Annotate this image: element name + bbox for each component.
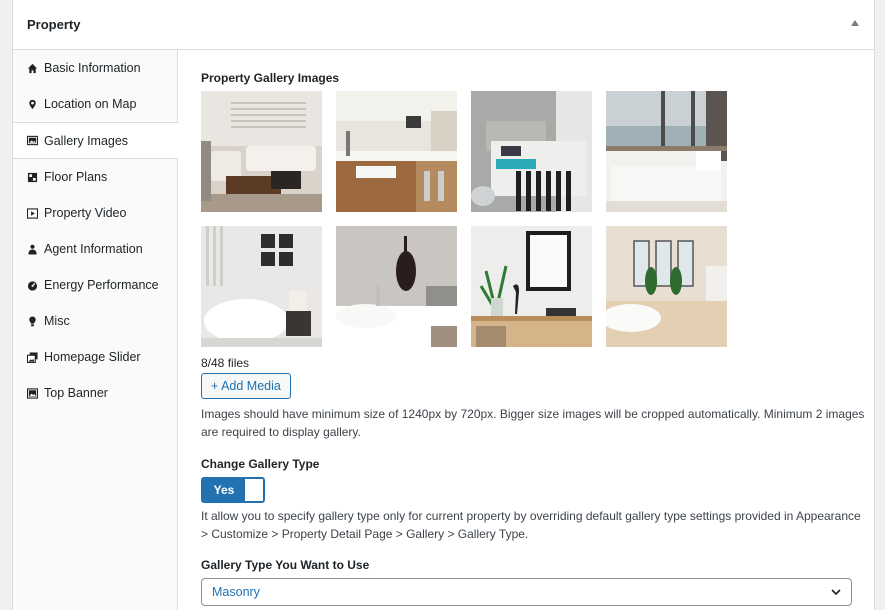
tab-label: Property Video [44,206,127,220]
tab-label: Location on Map [44,97,137,111]
gallery-thumbnail[interactable] [201,226,322,347]
collapse-arrow-icon[interactable] [851,20,859,26]
chevron-down-icon [830,586,842,598]
tab-energy-performance[interactable]: Energy Performance [13,267,177,303]
video-icon [26,207,38,219]
toggle-knob [245,479,263,501]
tab-agent-information[interactable]: Agent Information [13,231,177,267]
gallery-icon [26,135,38,147]
tab-homepage-slider[interactable]: Homepage Slider [13,339,177,375]
gallery-images-help: Images should have minimum size of 1240p… [201,407,865,439]
tab-basic-information[interactable]: Basic Information [13,50,177,86]
gallery-type-label: Gallery Type You Want to Use [201,558,370,572]
tab-misc[interactable]: Misc [13,303,177,339]
files-count: 8/48 files [201,356,250,370]
home-icon [26,62,38,74]
tab-label: Agent Information [44,242,143,256]
tab-label: Top Banner [44,386,108,400]
gallery-thumbnail[interactable] [606,226,727,347]
tab-label: Homepage Slider [44,350,141,364]
location-pin-icon [26,98,38,110]
banner-image-icon [26,387,38,399]
gallery-thumbnail[interactable] [336,226,457,347]
floor-plan-icon [26,171,38,183]
gallery-thumbnail[interactable] [471,91,592,212]
tab-label: Energy Performance [44,278,159,292]
gallery-images-label: Property Gallery Images [201,71,340,85]
tabs-sidebar: Basic Information Location on Map Galler… [13,50,178,610]
gallery-thumbnail[interactable] [336,91,457,212]
change-gallery-type-help: It allow you to specify gallery type onl… [201,509,861,541]
add-media-button[interactable]: + Add Media [201,373,291,399]
tab-property-video[interactable]: Property Video [13,195,177,231]
change-gallery-type-label: Change Gallery Type [201,457,320,471]
lightbulb-icon [26,315,38,327]
tab-label: Misc [44,314,70,328]
gallery-thumbnail[interactable] [201,91,322,212]
tab-floor-plans[interactable]: Floor Plans [13,159,177,195]
change-gallery-type-toggle[interactable]: Yes [201,477,265,503]
tab-location-on-map[interactable]: Location on Map [13,86,177,122]
property-metabox: Property Basic Information Location on M… [12,0,875,610]
gallery-type-selected-value: Masonry [212,585,260,599]
gallery-thumbnail[interactable] [471,226,592,347]
gallery-type-select[interactable]: Masonry [201,578,852,606]
tab-gallery-images[interactable]: Gallery Images [13,122,178,159]
metabox-header[interactable]: Property [13,0,874,50]
tab-label: Basic Information [44,61,141,75]
tab-label: Floor Plans [44,170,108,184]
energy-gauge-icon [26,279,38,291]
toggle-on-label: Yes [203,479,245,501]
metabox-title: Property [27,17,81,32]
gallery-grid [201,91,866,347]
tab-top-banner[interactable]: Top Banner [13,375,177,411]
agent-icon [26,243,38,255]
gallery-thumbnail[interactable] [606,91,727,212]
slider-images-icon [26,351,38,363]
gallery-settings-pane: Property Gallery Images 8/48 files + Add… [201,50,866,606]
tab-label: Gallery Images [44,133,129,148]
